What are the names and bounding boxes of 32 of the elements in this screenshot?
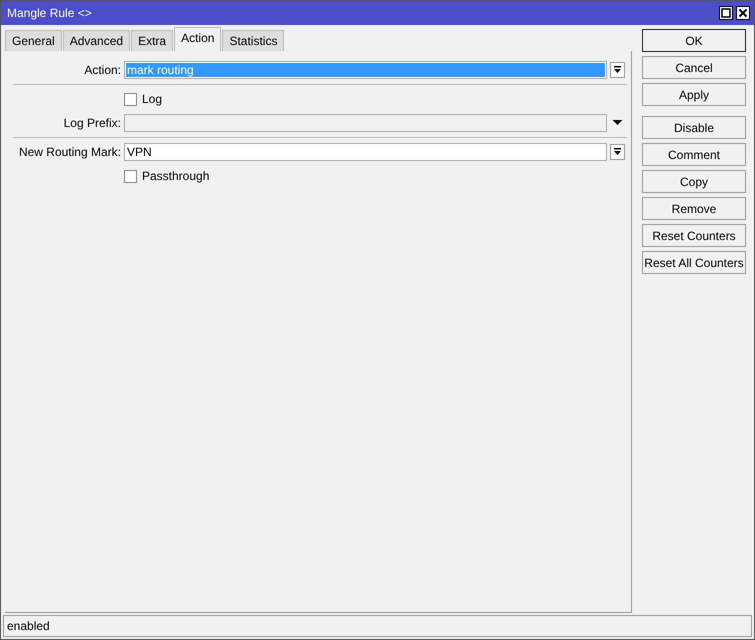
window-title: Mangle Rule <> <box>7 6 92 20</box>
dialog-button[interactable]: Remove <box>642 197 746 220</box>
checkbox-box[interactable] <box>124 92 137 106</box>
checkbox[interactable]: Passthrough <box>124 169 210 183</box>
tab[interactable]: Extra <box>131 30 174 51</box>
dialog-button[interactable]: Cancel <box>642 56 746 79</box>
dialog-button[interactable]: OK <box>642 29 746 52</box>
close-icon[interactable] <box>736 6 750 20</box>
checkbox-label: Passthrough <box>142 169 210 183</box>
dialog-button[interactable]: Comment <box>642 143 746 166</box>
dropdown-icon[interactable] <box>610 144 625 160</box>
maximize-icon[interactable] <box>719 6 733 20</box>
dialog-button[interactable]: Apply <box>642 83 746 106</box>
status-text: enabled <box>7 619 50 633</box>
field-label: New Routing Mark: <box>18 145 122 159</box>
tab[interactable]: General <box>5 30 62 51</box>
dialog-button[interactable]: Reset Counters <box>642 224 746 247</box>
tab[interactable]: Action <box>174 27 222 51</box>
combo-field[interactable] <box>124 114 607 132</box>
dialog-button[interactable]: Reset All Counters <box>642 251 746 274</box>
field-label: Log Prefix: <box>62 116 122 130</box>
tab[interactable]: Statistics <box>222 30 284 51</box>
field-value: VPN <box>126 145 153 159</box>
dialog-button[interactable]: Copy <box>642 170 746 193</box>
tab[interactable]: Advanced <box>62 30 130 51</box>
checkbox[interactable]: Log <box>124 92 162 106</box>
checkbox-label: Log <box>142 92 162 106</box>
dropdown-field[interactable]: VPN <box>124 143 607 161</box>
dialog-button[interactable]: Disable <box>642 116 746 139</box>
checkbox-box[interactable] <box>124 170 137 182</box>
dropdown-icon[interactable] <box>610 62 625 78</box>
field-label: Action: <box>83 63 122 77</box>
